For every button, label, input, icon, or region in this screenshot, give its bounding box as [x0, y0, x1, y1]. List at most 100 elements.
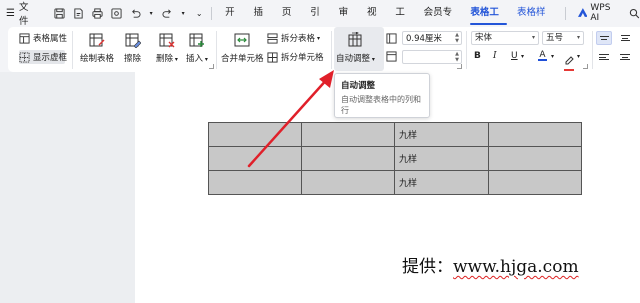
search-icon[interactable]	[629, 8, 640, 19]
redo-dropdown-icon[interactable]: ▾	[180, 7, 186, 19]
align-top-button[interactable]	[596, 31, 612, 45]
table-cell[interactable]	[208, 122, 302, 147]
tab-tools[interactable]: 工具	[390, 0, 418, 44]
split-table-dropdown[interactable]: 拆分表格 ▾	[267, 32, 320, 44]
draw-table-button[interactable]: 绘制表格	[80, 32, 114, 64]
row-height-icon	[386, 51, 397, 62]
divider	[564, 6, 566, 20]
delete-dropdown[interactable]: 删除 ▾	[156, 32, 178, 64]
merge-cells-button[interactable]: 合并单元格	[221, 32, 264, 64]
erase-button[interactable]: 擦除	[124, 32, 141, 64]
draw-table-icon	[89, 33, 105, 47]
source-watermark: 提供：www.hjga.com	[402, 252, 579, 277]
undo-dropdown-icon[interactable]: ▾	[148, 7, 154, 19]
table-cell[interactable]	[208, 170, 302, 195]
spinner-arrows-icon[interactable]: ▲ ▼	[455, 51, 459, 63]
highlight-button[interactable]	[564, 50, 574, 71]
tab-review[interactable]: 审阅	[334, 0, 362, 44]
font-color-button[interactable]: A	[538, 50, 547, 61]
table-cell[interactable]	[208, 146, 302, 171]
table-cell[interactable]	[301, 122, 395, 147]
insert-dropdown[interactable]: 插入 ▾	[186, 32, 208, 64]
table-cell[interactable]: 九样	[394, 122, 489, 147]
wps-ai-logo-icon	[577, 8, 588, 17]
merge-cells-label: 合并单元格	[221, 54, 264, 64]
auto-adjust-label: 自动调整	[336, 54, 371, 64]
font-name-select[interactable]: 宋体 ▾	[471, 31, 539, 45]
tab-references[interactable]: 引用	[305, 0, 333, 44]
merge-cells-icon	[234, 33, 250, 47]
tab-view[interactable]: 视图	[362, 0, 390, 44]
word-table[interactable]: 九样 九样 九样	[208, 122, 582, 195]
more-chevron-icon[interactable]: ⌄	[193, 7, 205, 19]
redo-icon[interactable]	[161, 7, 173, 19]
table-cell[interactable]	[301, 146, 395, 171]
watermark-url: www.hjga.com	[453, 257, 579, 277]
tab-insert[interactable]: 插入	[249, 0, 277, 44]
group-expand-icon[interactable]	[583, 64, 588, 69]
align-left-button[interactable]	[596, 50, 612, 64]
highlight-color-swatch	[564, 69, 574, 71]
align-middle-button[interactable]	[617, 31, 633, 45]
divider	[466, 31, 467, 69]
align-center-button[interactable]	[617, 50, 633, 64]
tooltip-description: 自动调整表格中的列和行	[341, 95, 421, 115]
table-properties-button[interactable]: 表格属性	[19, 32, 67, 44]
table-cell[interactable]	[488, 170, 582, 195]
hamburger-icon[interactable]: ☰	[6, 8, 15, 19]
chevron-down-icon: ▾	[576, 34, 580, 41]
print-icon[interactable]	[91, 7, 103, 19]
divider	[72, 31, 73, 69]
show-gridlines-button[interactable]: 显示虚框	[19, 51, 67, 63]
split-table-label: 拆分表格	[281, 34, 316, 44]
undo-icon[interactable]	[129, 7, 141, 19]
wps-ai-button[interactable]: WPS AI	[572, 3, 628, 23]
save-icon[interactable]	[53, 7, 65, 19]
underline-button[interactable]: U	[511, 51, 518, 61]
split-cells-icon	[267, 51, 278, 63]
table-cell[interactable]: 九样	[394, 170, 489, 195]
group-expand-icon[interactable]	[209, 64, 214, 69]
table-cell[interactable]: 九样	[394, 146, 489, 171]
chevron-down-icon[interactable]: ▾	[551, 53, 554, 60]
row-height-field[interactable]: ▲ ▼	[402, 50, 462, 64]
spinner-arrows-icon[interactable]: ▲ ▼	[455, 32, 459, 44]
chevron-down-icon[interactable]: ▾	[577, 53, 580, 60]
ribbon-tabs: 开始 插入 页面 引用 审阅 视图 工具 会员专享 表格工具 表格样式	[220, 0, 559, 44]
table-cell[interactable]	[488, 146, 582, 171]
tab-home[interactable]: 开始	[220, 0, 248, 44]
table-row: 九样	[208, 170, 582, 195]
chevron-down-icon[interactable]: ▾	[521, 53, 524, 60]
quick-access-toolbar: ▾ ▾ ⌄	[53, 7, 205, 19]
menu-bar: ☰ 文件 ▾ ▾ ⌄ 开始 插入 页面 引用 审阅 视图 工具 会员专	[0, 0, 640, 44]
column-width-field[interactable]: 0.94厘米 ▲ ▼	[402, 31, 462, 45]
table-row: 九样	[208, 146, 582, 171]
auto-adjust-dropdown[interactable]: 自动调整 ▾	[336, 32, 375, 64]
divider	[592, 31, 593, 69]
export-pdf-icon[interactable]	[72, 7, 84, 19]
table-cell[interactable]	[301, 170, 395, 195]
eraser-icon	[125, 33, 141, 48]
table-cell[interactable]	[488, 122, 582, 147]
table-row: 九样	[208, 122, 582, 147]
tab-member[interactable]: 会员专享	[419, 0, 466, 44]
watermark-prefix: 提供：	[402, 257, 453, 277]
divider	[331, 31, 332, 69]
chevron-down-icon: ▾	[370, 56, 375, 63]
file-menu[interactable]: ☰ 文件	[0, 0, 37, 27]
insert-label: 插入	[186, 54, 204, 64]
insert-table-icon	[189, 33, 204, 47]
gridlines-icon	[19, 51, 30, 63]
bold-button[interactable]: B	[474, 51, 481, 61]
group-expand-icon[interactable]	[457, 64, 462, 69]
show-gridlines-label: 显示虚框	[33, 53, 68, 63]
tab-table-style[interactable]: 表格样式	[512, 0, 559, 44]
preview-icon[interactable]	[110, 7, 122, 19]
italic-button[interactable]: I	[493, 51, 497, 61]
tab-page[interactable]: 页面	[277, 0, 305, 44]
delete-label: 删除	[156, 54, 174, 64]
font-color-letter: A	[539, 50, 546, 60]
tab-table-tools[interactable]: 表格工具	[465, 0, 512, 44]
font-size-select[interactable]: 五号 ▾	[542, 31, 584, 45]
split-cells-button[interactable]: 拆分单元格	[267, 51, 324, 63]
